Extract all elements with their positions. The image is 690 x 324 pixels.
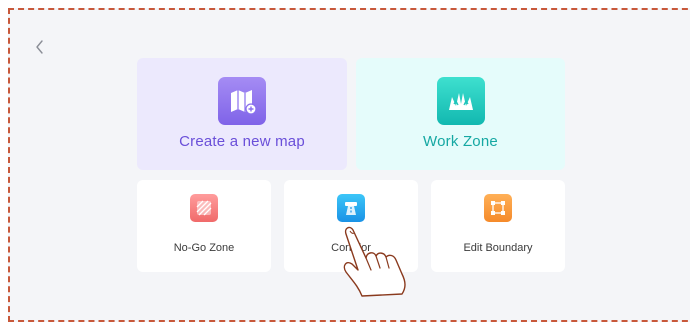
work-zone-button[interactable]: Work Zone xyxy=(356,58,565,170)
no-go-zone-label: No-Go Zone xyxy=(173,242,235,254)
work-zone-label: Work Zone xyxy=(423,133,498,150)
create-map-label: Create a new map xyxy=(179,133,305,150)
create-map-button[interactable]: Create a new map xyxy=(137,58,347,170)
map-add-icon xyxy=(218,77,266,125)
chevron-left-icon[interactable] xyxy=(33,39,47,55)
no-go-zone-button[interactable]: No-Go Zone xyxy=(137,180,271,272)
corridor-button[interactable]: Corridor xyxy=(284,180,418,272)
corridor-label: Corridor xyxy=(331,242,371,254)
edit-boundary-button[interactable]: Edit Boundary xyxy=(431,180,565,272)
boundary-edit-icon xyxy=(484,194,512,222)
screen-frame xyxy=(8,8,690,322)
edit-boundary-label: Edit Boundary xyxy=(463,242,533,254)
hatched-square-icon xyxy=(190,194,218,222)
corridor-icon xyxy=(337,194,365,222)
grass-icon xyxy=(436,77,485,125)
